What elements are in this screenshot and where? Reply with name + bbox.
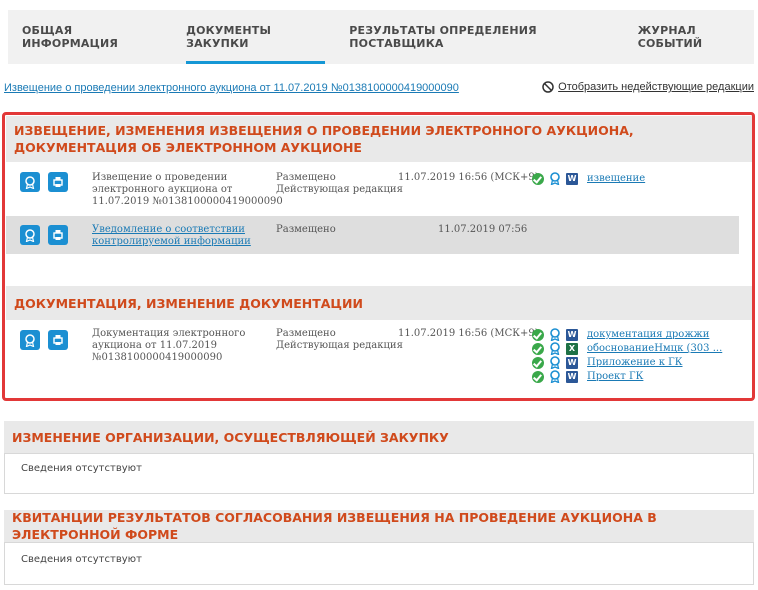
empty-message: Сведения отсутствуют [21, 554, 142, 565]
highlight-frame [2, 112, 755, 401]
empty-message: Сведения отсутствуют [21, 463, 142, 474]
show-inactive-toggle[interactable]: Отобразить недействующие редакции [542, 81, 754, 93]
tab-bar: ОБЩАЯ ИНФОРМАЦИЯ ДОКУМЕНТЫ ЗАКУПКИ РЕЗУЛ… [8, 10, 754, 64]
tab-general-info[interactable]: ОБЩАЯ ИНФОРМАЦИЯ [22, 10, 160, 64]
show-inactive-label[interactable]: Отобразить недействующие редакции [558, 81, 754, 93]
tab-event-log[interactable]: ЖУРНАЛ СОБЫТИЙ [638, 10, 754, 64]
tab-procurement-documents[interactable]: ДОКУМЕНТЫ ЗАКУПКИ [186, 10, 326, 64]
notice-link[interactable]: Извещение о проведении электронного аукц… [4, 82, 459, 94]
section-body-receipts: Сведения отсутствуют [4, 542, 754, 585]
section-title-receipts: КВИТАНЦИИ РЕЗУЛЬТАТОВ СОГЛАСОВАНИЯ ИЗВЕЩ… [4, 510, 754, 542]
section-title-org-change: ИЗМЕНЕНИЕ ОРГАНИЗАЦИИ, ОСУЩЕСТВЛЯЮЩЕЙ ЗА… [4, 421, 754, 453]
tab-supplier-results[interactable]: РЕЗУЛЬТАТЫ ОПРЕДЕЛЕНИЯ ПОСТАВЩИКА [349, 10, 611, 64]
section-body-org-change: Сведения отсутствуют [4, 453, 754, 494]
no-entry-icon [542, 81, 554, 93]
